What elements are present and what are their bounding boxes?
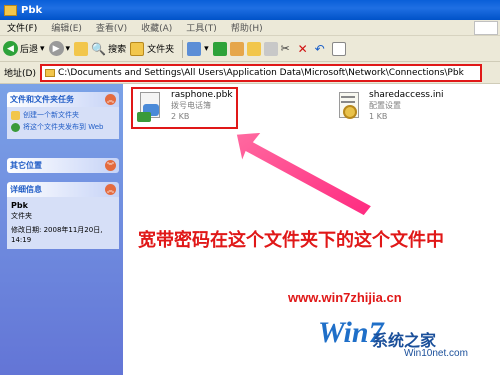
details-modified: 修改日期: 2008年11月20日, 14:19: [11, 226, 103, 244]
panel-title: 详细信息: [10, 185, 42, 194]
copy-icon[interactable]: [263, 41, 278, 56]
address-label: 地址(D): [4, 69, 36, 79]
forward-button[interactable]: ▶ ▾: [48, 41, 70, 56]
folders-button[interactable]: 文件夹: [130, 41, 175, 56]
file-size: 1 KB: [369, 112, 388, 121]
back-arrow-icon: ◀: [3, 41, 18, 56]
annotation-caption: 宽带密码在这个文件夹下的这个文件中: [138, 230, 444, 251]
menu-favorites[interactable]: 收藏(A): [134, 21, 179, 34]
menu-file[interactable]: 文件(F): [0, 21, 44, 34]
folder-icon: [45, 69, 55, 77]
menu-view[interactable]: 查看(V): [89, 21, 134, 34]
file-name: sharedaccess.ini: [369, 90, 444, 100]
undo-icon[interactable]: ↶: [315, 42, 329, 56]
new-folder-icon: [11, 111, 20, 120]
file-folder-tasks-panel: 文件和文件夹任务 ︽ 创建一个新文件夹 将这个文件夹发布到 Web: [7, 92, 119, 139]
back-label: 后退: [20, 45, 39, 55]
folder-icon: [4, 4, 17, 16]
file-type: 配置设置: [369, 101, 401, 110]
search-icon: 🔍: [91, 41, 107, 56]
toolbar: ◀ 后退 ▾ ▶ ▾ 🔍 搜索 文件夹 ▾ ✂ ✕ ↶: [0, 36, 500, 62]
panel-header[interactable]: 详细信息 ︽: [7, 182, 119, 197]
collapse-icon[interactable]: ︽: [105, 94, 116, 105]
forward-arrow-icon: ▶: [48, 41, 64, 56]
publish-web-task[interactable]: 将这个文件夹发布到 Web: [11, 123, 115, 132]
back-button[interactable]: ◀ 后退 ▾: [3, 41, 45, 56]
up-folder-icon[interactable]: [74, 41, 89, 56]
folders-icon: [130, 41, 145, 56]
move-to-icon[interactable]: [246, 41, 261, 56]
menu-edit[interactable]: 编辑(E): [44, 21, 89, 34]
menu-tools[interactable]: 工具(T): [179, 21, 224, 34]
address-bar: 地址(D) C:\Documents and Settings\All User…: [0, 62, 500, 84]
properties-icon[interactable]: [331, 41, 346, 56]
file-item[interactable]: sharedaccess.ini 配置设置 1 KB: [335, 90, 444, 124]
search-button[interactable]: 🔍 搜索: [91, 42, 126, 56]
panel-title: 文件和文件夹任务: [10, 95, 74, 104]
new-folder-task[interactable]: 创建一个新文件夹: [11, 111, 115, 120]
collapse-icon[interactable]: ︽: [105, 184, 116, 195]
watermark-site: Win10net.com: [404, 348, 468, 359]
delete-icon[interactable]: ✕: [298, 42, 312, 56]
details-name: Pbk: [11, 201, 28, 210]
panel-title: 其它位置: [10, 161, 42, 170]
panel-header[interactable]: 其它位置 ︾: [7, 158, 119, 173]
toolbar-divider: [182, 39, 184, 58]
address-field[interactable]: C:\Documents and Settings\All Users\Appl…: [40, 64, 482, 82]
task-label: 创建一个新文件夹: [23, 111, 79, 119]
refresh-icon[interactable]: [212, 41, 227, 56]
panel-header[interactable]: 文件和文件夹任务 ︽: [7, 92, 119, 107]
other-places-panel: 其它位置 ︾: [7, 158, 119, 173]
cut-icon[interactable]: ✂: [281, 42, 295, 56]
windows-logo-icon: [474, 21, 498, 35]
window-title: Pbk: [21, 4, 43, 16]
publish-web-icon: [11, 123, 20, 132]
menu-help[interactable]: 帮助(H): [224, 21, 270, 34]
expand-icon[interactable]: ︾: [105, 160, 116, 171]
address-path: C:\Documents and Settings\All Users\Appl…: [58, 68, 464, 78]
details-type: 文件夹: [11, 212, 32, 220]
title-bar: Pbk: [0, 0, 500, 20]
home-icon[interactable]: [229, 41, 244, 56]
task-label: 将这个文件夹发布到 Web: [23, 123, 104, 131]
watermark-url: www.win7zhijia.cn: [288, 290, 402, 305]
task-pane: 文件和文件夹任务 ︽ 创建一个新文件夹 将这个文件夹发布到 Web 其它位置 ︾…: [0, 84, 123, 375]
settings-file-icon: [335, 90, 365, 124]
details-panel: 详细信息 ︽ Pbk 文件夹 修改日期: 2008年11月20日, 14:19: [7, 182, 119, 249]
highlight-box: [131, 87, 238, 129]
search-label: 搜索: [108, 45, 127, 55]
menu-bar: 文件(F) 编辑(E) 查看(V) 收藏(A) 工具(T) 帮助(H): [0, 20, 500, 36]
views-icon[interactable]: [187, 41, 202, 56]
folders-label: 文件夹: [147, 45, 175, 55]
